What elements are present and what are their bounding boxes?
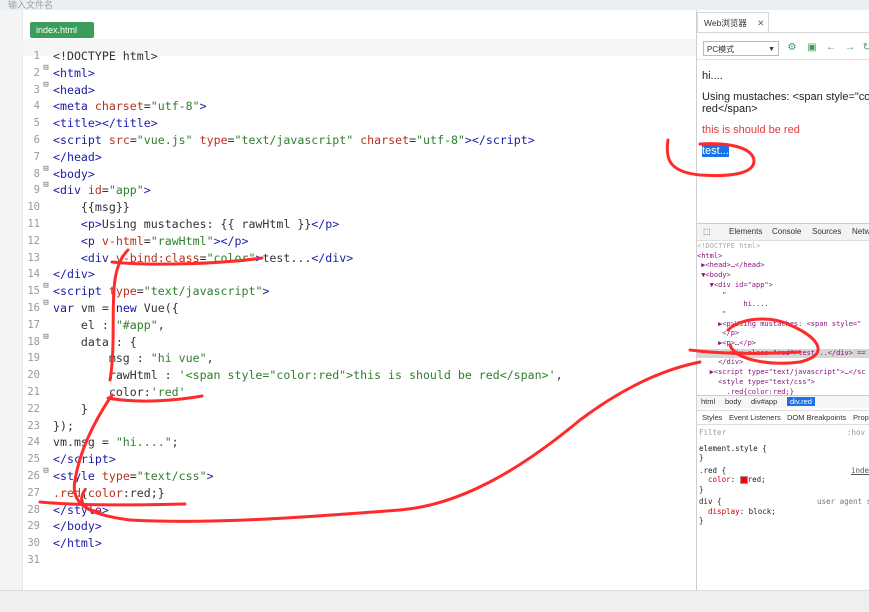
annotation-curve-to-style — [72, 360, 702, 523]
annotation-underline-dom — [688, 348, 802, 355]
annotation-circle-test — [665, 138, 756, 178]
annotation-circle-dom — [726, 317, 820, 365]
annotation-underline-vbind — [110, 256, 264, 266]
annotation-underline-color — [106, 394, 204, 403]
annotation-hook-vbind — [108, 248, 130, 382]
annotation-scribble-style — [80, 488, 102, 514]
red-annotation-strokes — [38, 138, 820, 523]
annotation-underline-red — [38, 500, 187, 507]
